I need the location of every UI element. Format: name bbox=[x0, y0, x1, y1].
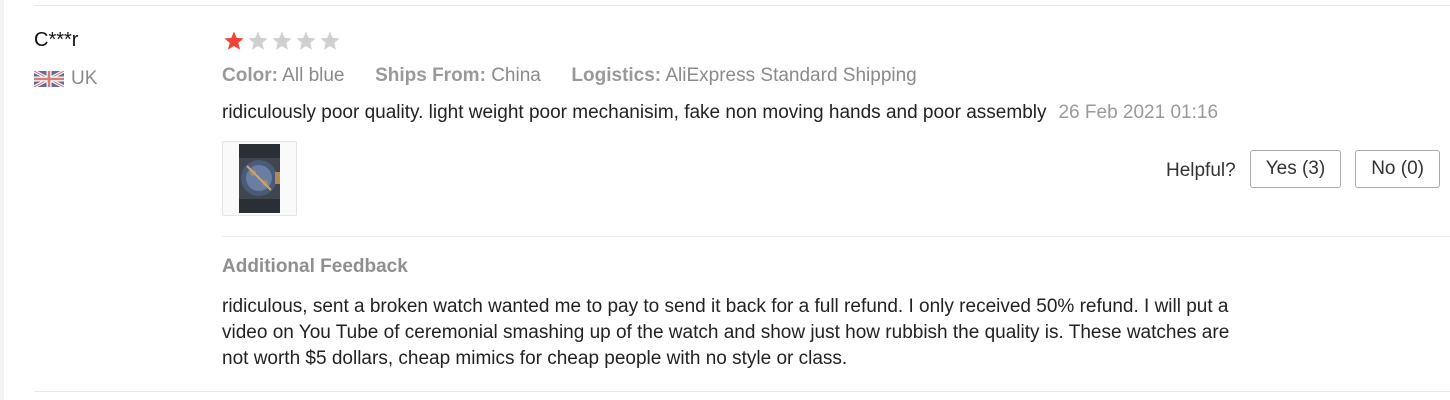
review-date: 26 Feb 2021 01:16 bbox=[1058, 102, 1219, 123]
ships-from-value: China bbox=[491, 65, 541, 86]
review-text: ridiculously poor quality. light weight … bbox=[222, 102, 1047, 123]
uk-flag-icon bbox=[34, 71, 64, 87]
helpful-yes-button[interactable]: Yes (3) bbox=[1249, 150, 1342, 188]
reviewer-country: UK bbox=[34, 67, 97, 91]
additional-divider bbox=[222, 236, 1450, 237]
star-rating bbox=[222, 29, 342, 53]
color-value: All blue bbox=[282, 65, 345, 86]
star-empty-icon bbox=[296, 31, 316, 50]
review-meta: Color: All blue Ships From: China Logist… bbox=[222, 63, 917, 89]
bottom-divider bbox=[34, 391, 1450, 392]
helpful-no-button[interactable]: No (0) bbox=[1355, 150, 1440, 188]
logistics-value: AliExpress Standard Shipping bbox=[665, 65, 917, 86]
country-label: UK bbox=[71, 68, 98, 89]
star-empty-icon bbox=[320, 31, 340, 50]
color-label: Color: bbox=[222, 65, 278, 86]
additional-feedback-text: ridiculous, sent a broken watch wanted m… bbox=[222, 296, 1230, 369]
ships-from-label: Ships From: bbox=[375, 65, 486, 86]
additional-feedback-title: Additional Feedback bbox=[222, 256, 408, 277]
star-filled-icon bbox=[224, 31, 244, 50]
left-edge-bar bbox=[0, 0, 4, 400]
star-empty-icon bbox=[248, 31, 268, 50]
reviewer-name: C***r bbox=[34, 29, 79, 51]
watch-photo-image bbox=[239, 144, 280, 213]
star-empty-icon bbox=[272, 31, 292, 50]
helpful-vote-bar: Helpful? Yes (3) No (0) bbox=[1166, 150, 1440, 188]
top-divider bbox=[34, 5, 1450, 6]
review-photo-thumbnail[interactable] bbox=[222, 141, 297, 216]
review-body: ridiculously poor quality. light weight … bbox=[222, 100, 1218, 126]
logistics-label: Logistics: bbox=[571, 65, 662, 86]
helpful-label: Helpful? bbox=[1165, 160, 1236, 181]
